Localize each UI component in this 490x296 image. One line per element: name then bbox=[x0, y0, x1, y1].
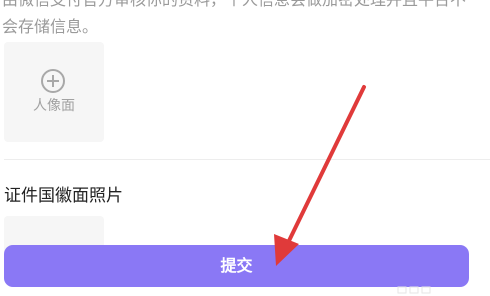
submit-button[interactable]: 提交 bbox=[4, 245, 469, 287]
portrait-upload-label: 人像面 bbox=[33, 98, 75, 114]
info-text: 由微信支付官方审核你的资料，个人信息会做加密处理并且平台不会存储信息。 bbox=[2, 0, 466, 36]
plus-circle-icon bbox=[41, 69, 65, 93]
section-divider bbox=[4, 159, 490, 160]
emblem-section-title: 证件国徽面照片 bbox=[4, 186, 123, 206]
watermark-icon bbox=[397, 286, 431, 294]
form-screen: 由微信支付官方审核你的资料，个人信息会做加密处理并且平台不会存储信息。 人像面 … bbox=[0, 0, 490, 296]
